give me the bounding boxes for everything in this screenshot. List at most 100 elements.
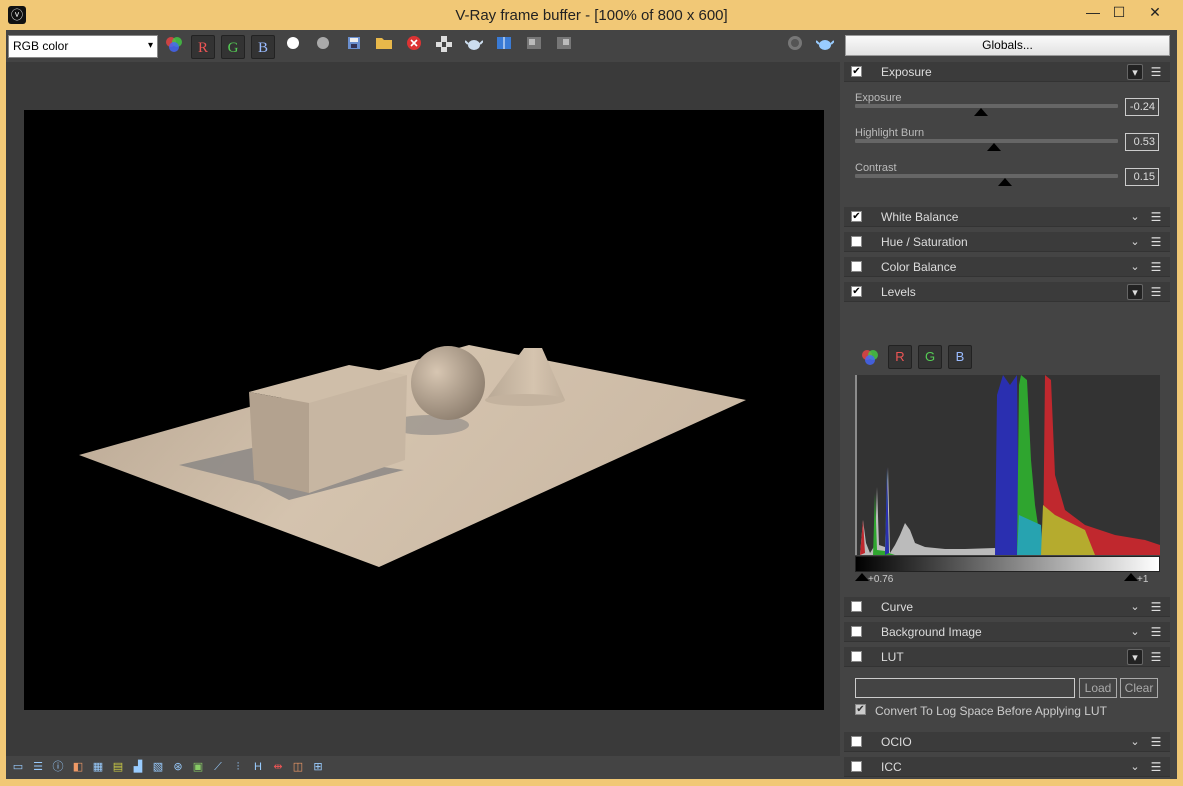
- region-icon[interactable]: ▣: [191, 761, 205, 774]
- layers-icon[interactable]: ☰: [31, 761, 45, 774]
- split-icon[interactable]: ◫: [291, 761, 305, 774]
- expand-icon[interactable]: ⌄: [1127, 259, 1143, 275]
- expand-icon[interactable]: ⌄: [1127, 624, 1143, 640]
- render-teapot-icon[interactable]: [462, 35, 486, 59]
- white-balance-checkbox[interactable]: ✔: [851, 211, 862, 222]
- ocio-section-header[interactable]: OCIO ⌄ ☰: [844, 732, 1170, 752]
- menu-icon[interactable]: ☰: [1148, 734, 1164, 750]
- color-balance-section-header[interactable]: Color Balance ⌄ ☰: [844, 257, 1170, 277]
- lut-section-header[interactable]: LUT ▾ ☰: [844, 647, 1170, 667]
- lut-clear-button[interactable]: Clear: [1120, 678, 1158, 698]
- exposure-checkbox[interactable]: ✔: [851, 66, 862, 77]
- menu-icon[interactable]: ☰: [1148, 624, 1164, 640]
- title-bar[interactable]: ⓥ V-Ray frame buffer - [100% of 800 x 60…: [0, 0, 1183, 30]
- levels-histogram[interactable]: [855, 375, 1160, 555]
- menu-icon[interactable]: ☰: [1148, 284, 1164, 300]
- red-channel-button[interactable]: R: [191, 35, 215, 59]
- highlight-burn-field[interactable]: 0.53: [1125, 133, 1159, 151]
- icc-section-header[interactable]: ICC ⌄ ☰: [844, 757, 1170, 777]
- lut-load-button[interactable]: Load: [1079, 678, 1117, 698]
- menu-icon[interactable]: ☰: [1148, 234, 1164, 250]
- log-space-checkbox[interactable]: ✔: [855, 704, 866, 715]
- grid-icon[interactable]: ⊞: [311, 761, 325, 774]
- exposure-slider-thumb[interactable]: [974, 108, 989, 116]
- blue-channel-button[interactable]: B: [251, 35, 275, 59]
- contrast-field[interactable]: 0.15: [1125, 168, 1159, 186]
- menu-icon[interactable]: ☰: [1148, 649, 1164, 665]
- levels-green-button[interactable]: G: [918, 345, 942, 369]
- pixel-info-icon[interactable]: ▦: [91, 761, 105, 774]
- rendered-image[interactable]: [24, 110, 824, 710]
- levels-high-thumb[interactable]: [1124, 573, 1138, 581]
- exposure-section-header[interactable]: ✔ Exposure ▾ ☰: [844, 62, 1170, 82]
- expand-icon[interactable]: ⌄: [1127, 599, 1143, 615]
- levels-red-button[interactable]: R: [888, 345, 912, 369]
- target-icon[interactable]: ⊛: [171, 761, 185, 774]
- menu-icon[interactable]: ☰: [1148, 599, 1164, 615]
- levels-low-thumb[interactable]: [855, 573, 869, 581]
- hue-saturation-section-header[interactable]: Hue / Saturation ⌄ ☰: [844, 232, 1170, 252]
- curve-checkbox[interactable]: [851, 601, 862, 612]
- highlight-burn-thumb[interactable]: [987, 143, 1002, 151]
- compare-icon[interactable]: ⇹: [271, 761, 285, 774]
- ab-compare-icon[interactable]: [492, 35, 516, 59]
- menu-icon[interactable]: ☰: [1148, 64, 1164, 80]
- levels-blue-button[interactable]: B: [948, 345, 972, 369]
- curve-section-header[interactable]: Curve ⌄ ☰: [844, 597, 1170, 617]
- mono-circle-icon[interactable]: [311, 35, 335, 59]
- hue-saturation-checkbox[interactable]: [851, 236, 862, 247]
- highlight-burn-label: Highlight Burn: [855, 127, 925, 139]
- contrast-slider[interactable]: [855, 174, 1118, 178]
- toolbar: RGB color ▾ R G B: [6, 30, 844, 62]
- menu-icon[interactable]: ☰: [1148, 209, 1164, 225]
- contrast-thumb[interactable]: [997, 178, 1012, 186]
- color-channels-icon[interactable]: [162, 35, 186, 59]
- icc-checkbox[interactable]: [851, 761, 862, 772]
- color-correction-icon[interactable]: ◧: [71, 761, 85, 774]
- green-channel-button[interactable]: G: [221, 35, 245, 59]
- curve-icon[interactable]: ⟋: [211, 761, 225, 774]
- levels-icon[interactable]: ⫶: [231, 761, 245, 774]
- expand-icon[interactable]: ⌄: [1127, 234, 1143, 250]
- save-icon[interactable]: [342, 35, 366, 59]
- levels-rgb-icon[interactable]: [858, 345, 882, 369]
- stop-render-icon[interactable]: [783, 35, 807, 59]
- stats-icon[interactable]: ▤: [111, 761, 125, 774]
- window-icon[interactable]: ▭: [11, 761, 25, 774]
- open-folder-icon[interactable]: [372, 35, 396, 59]
- histogram-icon[interactable]: ▟: [131, 761, 145, 774]
- menu-icon[interactable]: ☰: [1148, 259, 1164, 275]
- close-icon[interactable]: ✕: [1140, 2, 1170, 24]
- clear-image-icon[interactable]: [402, 35, 426, 59]
- channel-select[interactable]: RGB color ▾: [8, 35, 158, 58]
- color-balance-checkbox[interactable]: [851, 261, 862, 272]
- white-balance-section-header[interactable]: ✔ White Balance ⌄ ☰: [844, 207, 1170, 227]
- collapse-icon[interactable]: ▾: [1127, 64, 1143, 80]
- render-icon[interactable]: [813, 35, 837, 59]
- lut-checkbox[interactable]: [851, 651, 862, 662]
- menu-icon[interactable]: ☰: [1148, 759, 1164, 775]
- info-icon[interactable]: ⓘ: [51, 761, 65, 774]
- levels-gradient-bar[interactable]: [855, 556, 1160, 572]
- history-b-icon[interactable]: [552, 35, 576, 59]
- lens-effects-icon[interactable]: ▧: [151, 761, 165, 774]
- white-circle-icon[interactable]: [281, 35, 305, 59]
- maximize-icon[interactable]: ☐: [1104, 2, 1134, 24]
- globals-button[interactable]: Globals...: [845, 35, 1170, 56]
- ocio-checkbox[interactable]: [851, 736, 862, 747]
- h-icon[interactable]: H: [251, 761, 265, 774]
- collapse-icon[interactable]: ▾: [1127, 284, 1143, 300]
- history-a-icon[interactable]: [522, 35, 546, 59]
- collapse-icon[interactable]: ▾: [1127, 649, 1143, 665]
- expand-icon[interactable]: ⌄: [1127, 209, 1143, 225]
- exposure-value-field[interactable]: -0.24: [1125, 98, 1159, 116]
- levels-section-header[interactable]: ✔ Levels ▾ ☰: [844, 282, 1170, 302]
- expand-icon[interactable]: ⌄: [1127, 734, 1143, 750]
- levels-checkbox[interactable]: ✔: [851, 286, 862, 297]
- track-mouse-icon[interactable]: [432, 35, 456, 59]
- image-viewport[interactable]: [6, 62, 840, 756]
- background-image-section-header[interactable]: Background Image ⌄ ☰: [844, 622, 1170, 642]
- expand-icon[interactable]: ⌄: [1127, 759, 1143, 775]
- background-image-checkbox[interactable]: [851, 626, 862, 637]
- lut-file-input[interactable]: [855, 678, 1075, 698]
